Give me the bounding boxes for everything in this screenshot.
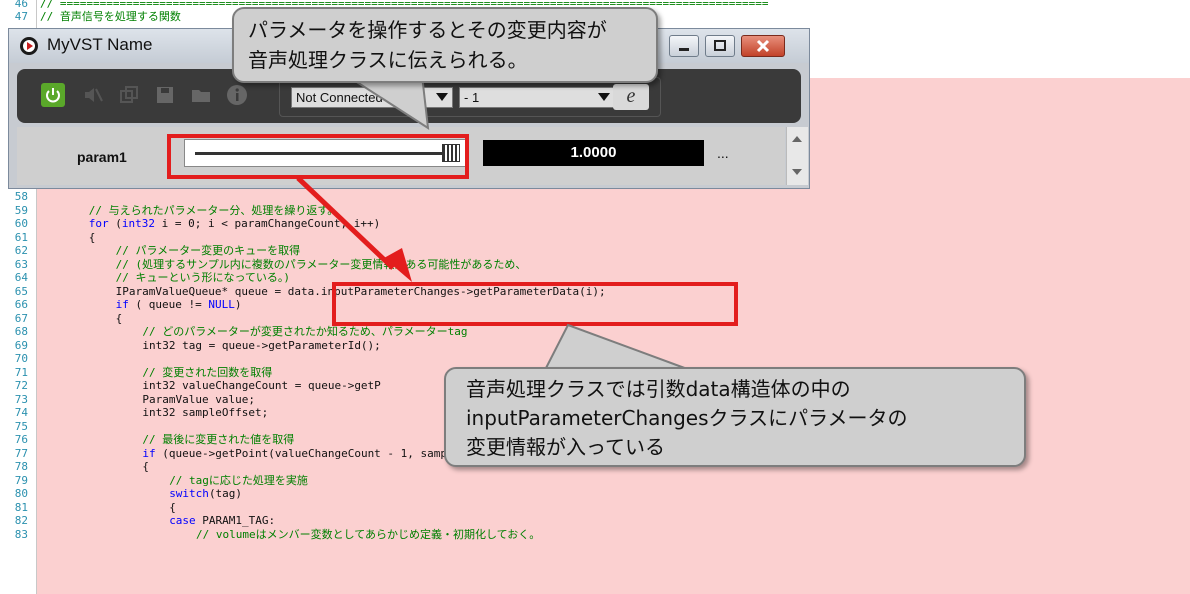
page: 46// ===================================… [0,0,1190,594]
bottom-callout: 音声処理クラスでは引数data構造体の中の inputParameterChan… [444,367,1026,467]
top-callout: パラメータを操作するとその変更内容が 音声処理クラスに伝えられる。 [232,7,658,83]
annotation-overlay [296,74,691,371]
bottom-callout-text: 音声処理クラスでは引数data構造体の中の inputParameterChan… [466,377,908,459]
top-callout-text: パラメータを操作するとその変更内容が 音声処理クラスに伝えられる。 [248,18,607,72]
bottom-callout-tail [543,323,691,371]
red-arrow-line [296,176,395,270]
